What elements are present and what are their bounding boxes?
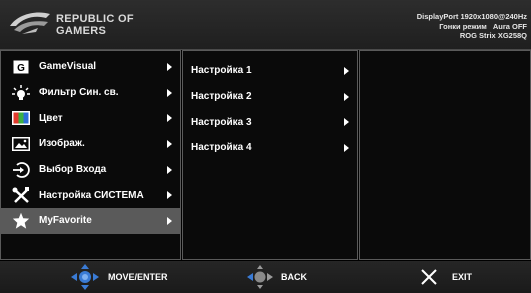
chevron-right-icon [167,191,172,200]
header-bar: REPUBLIC OF GAMERS DisplayPort 1920x1080… [0,0,531,50]
sub-menu-label: Настройка 3 [191,116,252,128]
sub-menu-label: Настройка 1 [191,65,252,77]
chevron-right-icon [344,118,349,127]
main-menu-label: Цвет [39,112,63,124]
mode-label: Гонки режим [439,21,487,31]
status-info: DisplayPort 1920x1080@240Hz Гонки режим A… [417,12,527,41]
joystick-left-icon [247,265,273,289]
chevron-right-icon [167,165,172,174]
main-menu-label: Выбор Входа [39,164,107,176]
main-menu-label: Настройка СИСТЕМА [39,189,144,201]
close-icon [421,269,437,285]
color-icon [11,110,31,126]
main-menu: G GameVisual Фильтр Син. св. Цвет Изобра… [0,50,181,260]
system-setup-icon [11,187,31,204]
sub-menu-item-setting-1[interactable]: Настройка 1 [183,58,357,84]
chevron-right-icon [344,66,349,75]
back-label: BACK [281,272,307,282]
joystick-icon [71,264,99,290]
blue-light-icon [11,84,31,101]
move-enter-hint[interactable]: MOVE/ENTER [68,261,168,293]
osd-menu: REPUBLIC OF GAMERS DisplayPort 1920x1080… [0,0,531,293]
sub-menu-item-setting-3[interactable]: Настройка 3 [183,109,357,135]
star-icon [11,213,31,230]
aura-label: Aura OFF [492,21,527,31]
chevron-right-icon [344,92,349,101]
exit-label: EXIT [452,272,473,282]
sub-menu-label: Настройка 2 [191,91,252,103]
sub-menu-item-setting-4[interactable]: Настройка 4 [183,135,357,161]
chevron-right-icon [167,114,172,123]
back-hint[interactable]: BACK [245,261,307,293]
main-menu-item-color[interactable]: Цвет [1,105,180,131]
sub-menu: Настройка 1 Настройка 2 Настройка 3 Наст… [182,50,358,260]
detail-panel [359,50,531,260]
main-menu-item-input-select[interactable]: Выбор Входа [1,157,180,183]
main-menu-item-gamevisual[interactable]: G GameVisual [1,54,180,80]
chevron-right-icon [167,88,172,97]
chevron-right-icon [167,62,172,71]
sub-menu-item-setting-2[interactable]: Настройка 2 [183,84,357,110]
input-select-icon [11,161,31,178]
main-menu-item-blue-light[interactable]: Фильтр Син. св. [1,80,180,106]
exit-hint[interactable]: EXIT [420,261,472,293]
main-menu-label: MyFavorite [39,215,92,227]
chevron-right-icon [344,143,349,152]
gamevisual-icon: G [11,59,31,75]
brand-text: REPUBLIC OF GAMERS [56,13,134,37]
rog-logo-icon [10,12,50,34]
main-menu-item-myfavorite[interactable]: MyFavorite [1,208,180,234]
chevron-right-icon [167,216,172,225]
brand-line-1: REPUBLIC OF [56,13,134,25]
signal-info: DisplayPort 1920x1080@240Hz [416,12,527,21]
main-menu-item-image[interactable]: Изображ. [1,131,180,157]
brand-line-2: GAMERS [56,25,107,37]
image-icon [11,136,31,152]
chevron-right-icon [167,139,172,148]
main-menu-label: Изображ. [39,138,85,150]
svg-text:G: G [17,63,25,74]
footer-bar: MOVE/ENTER BACK EXIT [0,261,531,293]
mode-info: Гонки режим Aura OFF [417,22,527,32]
main-menu-item-system-setup[interactable]: Настройка СИСТЕМА [1,182,180,208]
sub-menu-label: Настройка 4 [191,142,252,154]
model-name: ROG Strix XG258Q [459,31,527,40]
main-menu-label: Фильтр Син. св. [39,87,119,99]
move-enter-label: MOVE/ENTER [108,272,168,282]
main-menu-label: GameVisual [39,61,97,73]
